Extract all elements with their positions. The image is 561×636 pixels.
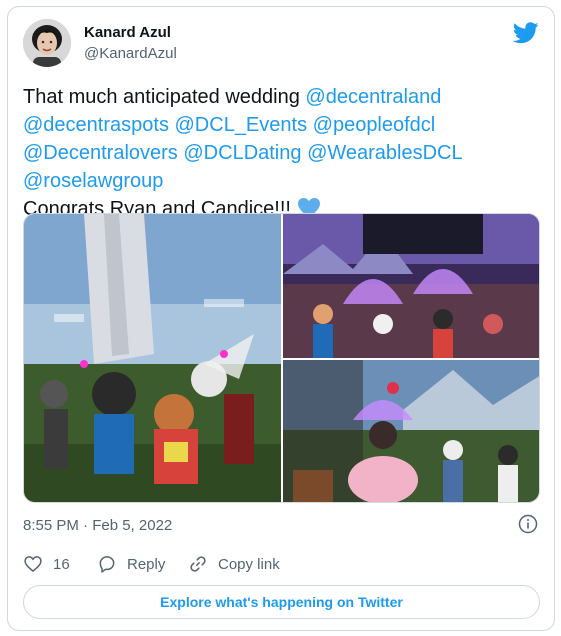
like-button[interactable]: 16 [23,552,70,576]
reply-button[interactable]: Reply [97,552,165,576]
avatar[interactable] [23,19,71,67]
mention-link[interactable]: @decentraspots [23,114,169,136]
heart-icon [24,556,42,573]
link-icon [190,556,206,572]
reply-icon [99,556,115,573]
twitter-bird-icon[interactable] [513,22,539,44]
like-count: 16 [53,555,70,573]
mention-link[interactable]: @WearablesDCL [307,142,463,164]
copy-link-label: Copy link [218,555,280,573]
mention-link[interactable]: @DCL_Events [175,114,308,136]
photo-1-image [24,214,281,502]
author-handle[interactable]: @KanardAzul [84,45,177,62]
media-grid [23,213,540,503]
photo-2-image [283,214,539,358]
reply-label: Reply [127,555,166,573]
tweet-text: That much anticipated wedding @decentral… [23,83,543,223]
info-icon[interactable] [518,514,538,534]
mention-link[interactable]: @roselawgroup [23,170,163,192]
avatar-image [23,19,71,67]
tweet-card: Kanard Azul @KanardAzul That much antici… [7,6,555,631]
photo-3-image [283,360,539,502]
copy-link-button[interactable]: Copy link [188,552,280,576]
photo-1[interactable] [24,214,281,502]
tweet-intro: That much anticipated wedding [23,86,306,108]
author-name[interactable]: Kanard Azul [84,24,171,41]
mention-link[interactable]: @peopleofdcl [313,114,436,136]
mention-link[interactable]: @Decentralovers [23,142,178,164]
tweet-header: Kanard Azul @KanardAzul [23,19,539,69]
mention-link[interactable]: @decentraland [305,86,441,108]
photo-2[interactable] [283,214,539,358]
explore-twitter-button[interactable]: Explore what's happening on Twitter [23,585,540,619]
tweet-timestamp[interactable]: 8:55 PM · Feb 5, 2022 [23,517,172,534]
photo-3[interactable] [283,360,539,502]
mention-link[interactable]: @DCLDating [183,142,301,164]
tweet-actions: 16 Reply Copy link [23,552,539,576]
